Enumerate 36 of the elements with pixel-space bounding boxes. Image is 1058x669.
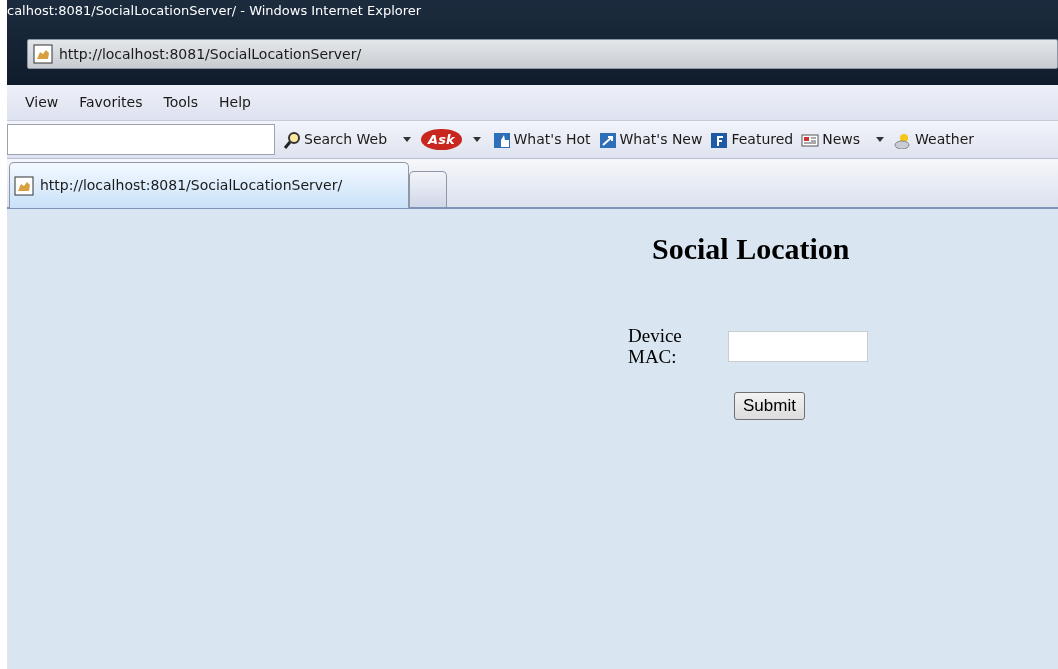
menu-item[interactable]: Help [219,92,251,113]
window-title: calhost:8081/SocialLocationServer/ - Windows Internet Explorer [7,2,423,19]
ask-logo[interactable]: Ask [421,128,462,151]
search-icon [283,130,301,149]
address-text: http://localhost:8081/SocialLocationServer/ [59,44,362,64]
toolbar-label: What's Hot [513,130,591,149]
toolbar-label: News [822,130,861,149]
caret-icon[interactable] [876,137,885,142]
toolbar-label: Featured [731,130,794,149]
menu-item[interactable]: View [25,92,59,113]
mac-input[interactable] [728,331,868,362]
toolbar-button[interactable]: What's Hot [492,129,591,150]
page-icon [14,175,34,196]
toolbar-button[interactable]: Search Web [283,129,388,150]
toolbar-button[interactable]: Weather [894,129,974,150]
toolbar-label: What's New [619,130,703,149]
toolbar-label: Search Web [304,130,388,149]
toolbar-label: Weather [915,130,974,149]
f-icon [710,130,729,149]
page-heading: Social Location [652,231,851,267]
toolbar-button[interactable]: What's New [598,129,703,150]
toolbar-button[interactable]: News [801,129,861,150]
address-bar[interactable]: http://localhost:8081/SocialLocationServer/ [27,39,1058,69]
tab-title: http://localhost:8081/SocialLocationServer/ [40,176,343,195]
menu-item[interactable]: Favorites [79,92,143,113]
new-tab-button[interactable] [409,171,447,207]
thumbs-up-icon [492,130,511,149]
page-icon [33,44,53,64]
search-field[interactable] [7,124,275,155]
field-label: Device MAC: [628,325,683,367]
toolbar-button[interactable]: Featured [710,129,794,150]
menu-item[interactable]: Tools [163,92,198,113]
caret-icon[interactable] [403,137,412,142]
caret-icon[interactable] [472,137,481,142]
browser-tab[interactable]: http://localhost:8081/SocialLocationServer/ [9,162,409,208]
submit-button[interactable]: Submit [734,392,805,420]
